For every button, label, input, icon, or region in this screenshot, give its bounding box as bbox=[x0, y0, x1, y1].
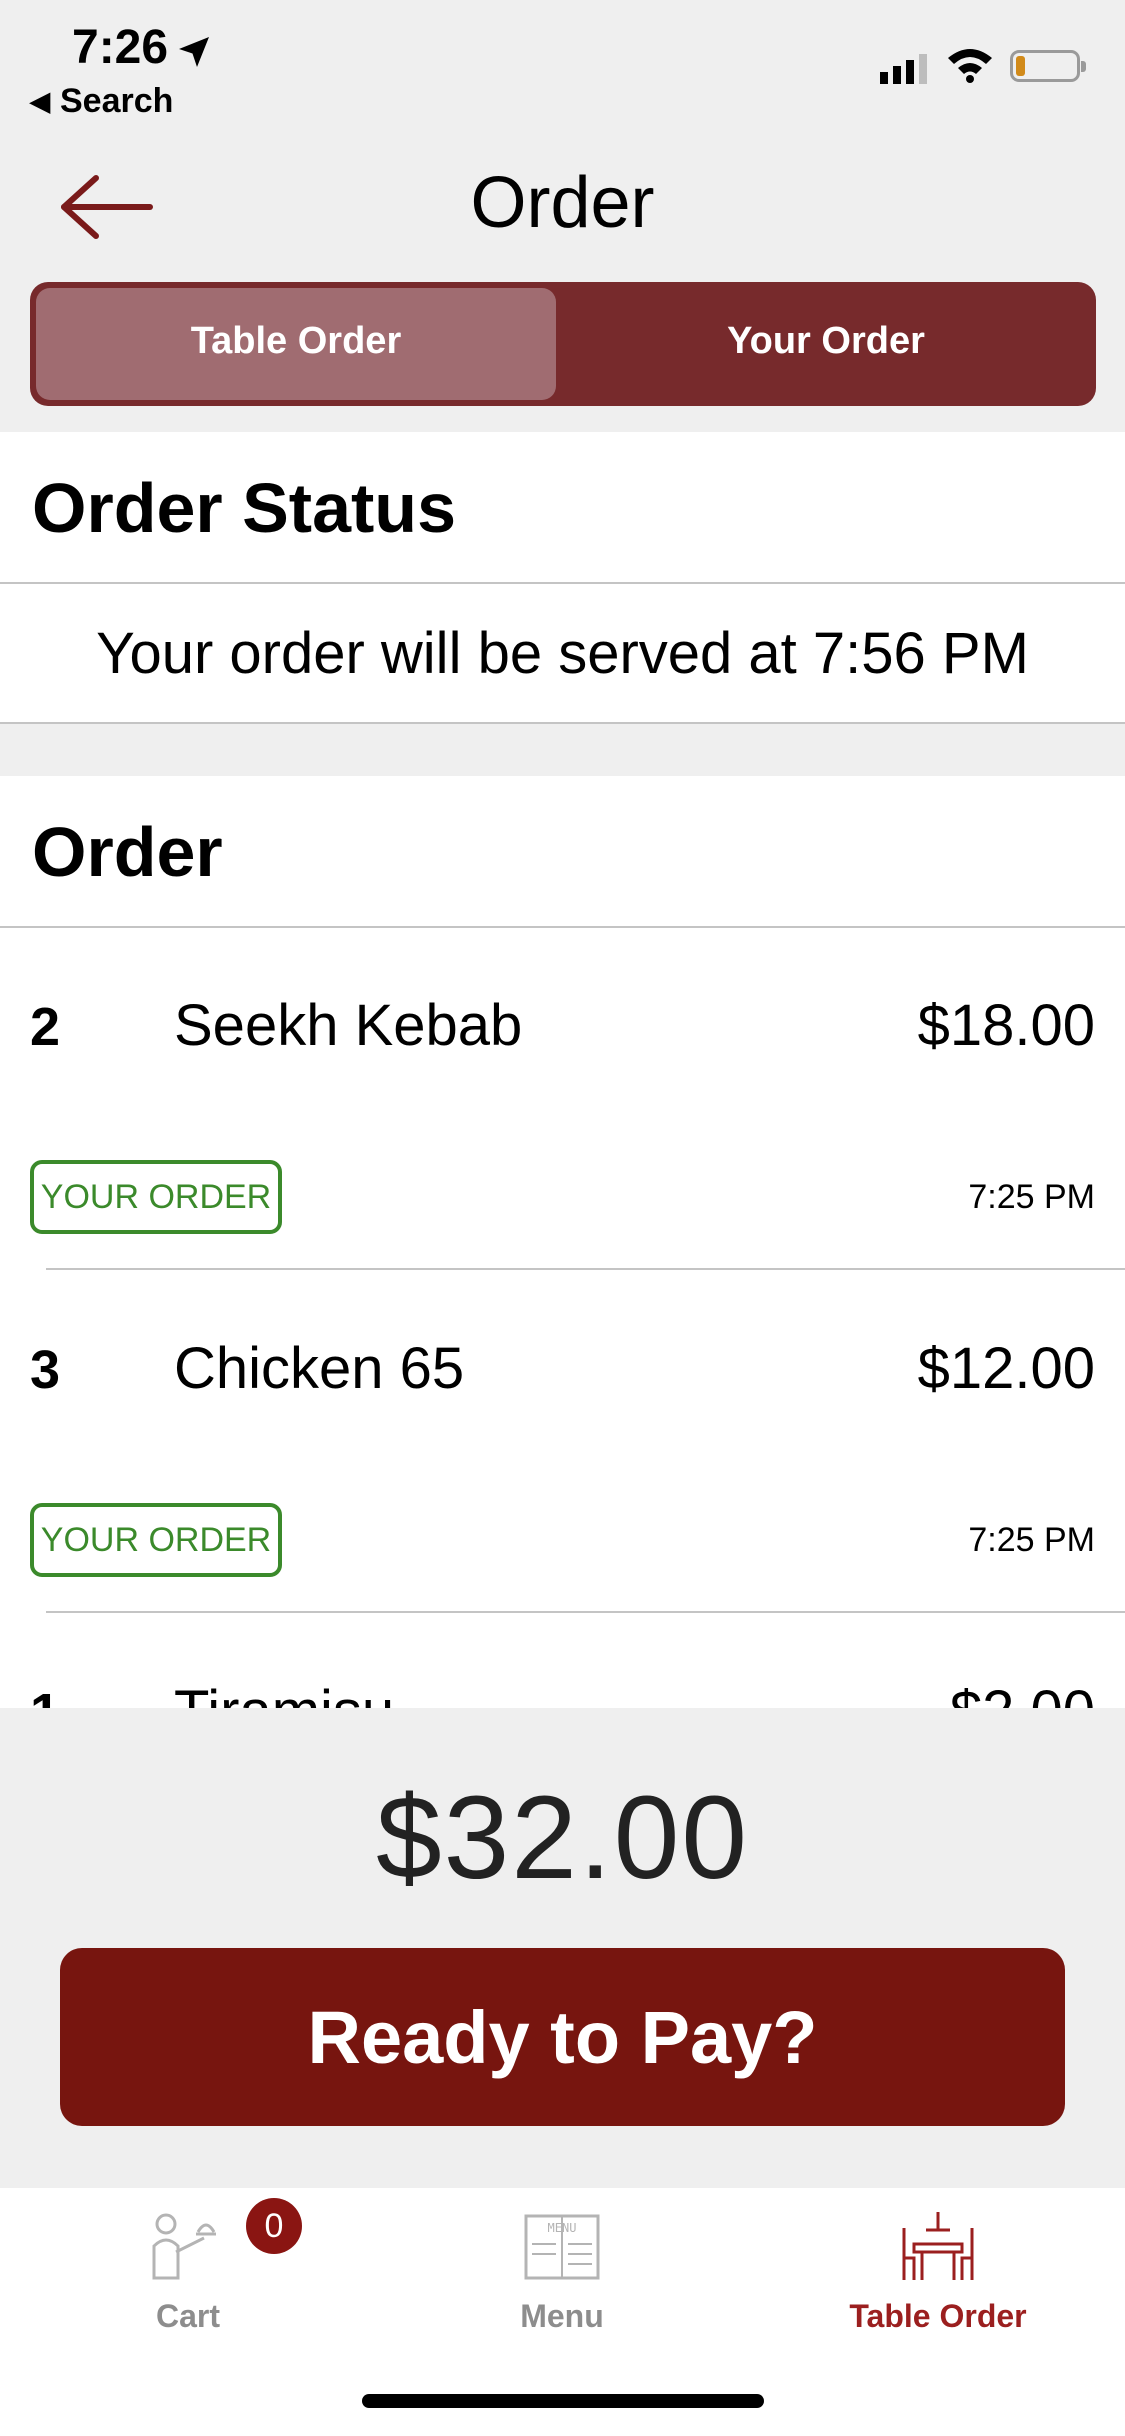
tab-menu[interactable]: MENU Menu bbox=[412, 2188, 712, 2338]
divider bbox=[46, 1268, 1125, 1270]
tab-cart-label: Cart bbox=[155, 2298, 220, 2334]
item-price: $18.00 bbox=[917, 993, 1095, 1058]
tab-menu-label: Menu bbox=[520, 2298, 604, 2334]
cart-waiter-icon bbox=[152, 2213, 216, 2280]
home-indicator[interactable] bbox=[362, 2394, 764, 2408]
segment-your-order[interactable]: Your Order bbox=[562, 320, 1090, 363]
item-name: Chicken 65 bbox=[174, 1336, 465, 1401]
order-status-message: Your order will be served at 7:56 PM bbox=[96, 621, 1029, 686]
order-segmented-control: Table Order Your Order bbox=[30, 282, 1096, 406]
item-quantity: 1 bbox=[30, 1682, 60, 1708]
tab-cart[interactable]: 0 Cart bbox=[38, 2188, 338, 2338]
list-item[interactable]: 3 Chicken 65 $12.00 YOUR ORDER 7:25 PM bbox=[0, 1271, 1125, 1613]
wifi-icon bbox=[948, 49, 992, 83]
order-total: $32.00 bbox=[376, 1772, 749, 1904]
battery-icon bbox=[1010, 50, 1086, 82]
segment-table-order-label[interactable]: Table Order bbox=[36, 320, 556, 363]
order-section: Order 2 Seekh Kebab $18.00 YOUR ORDER 7:… bbox=[0, 776, 1125, 1708]
divider bbox=[0, 582, 1125, 584]
item-price: $12.00 bbox=[917, 1336, 1095, 1401]
your-order-badge: YOUR ORDER bbox=[30, 1503, 282, 1577]
status-time: 7:26 bbox=[72, 21, 169, 74]
item-time: 7:25 PM bbox=[968, 1521, 1095, 1559]
list-item[interactable]: 2 Seekh Kebab $18.00 YOUR ORDER 7:25 PM bbox=[0, 928, 1125, 1270]
back-app-label: Search bbox=[60, 82, 174, 120]
cart-count-badge: 0 bbox=[246, 2198, 302, 2254]
tab-table-order[interactable]: Table Order bbox=[788, 2188, 1088, 2338]
item-quantity: 3 bbox=[30, 1340, 61, 1400]
svg-text:MENU: MENU bbox=[548, 2221, 577, 2235]
table-dining-icon bbox=[902, 2212, 974, 2280]
item-price: $2.00 bbox=[950, 1678, 1095, 1708]
divider bbox=[0, 722, 1125, 724]
order-status-section: Order Status Your order will be served a… bbox=[0, 432, 1125, 724]
cellular-signal-icon bbox=[880, 54, 927, 84]
back-to-app-link[interactable]: ◀ Search bbox=[30, 82, 173, 121]
menu-book-icon: MENU bbox=[524, 2214, 600, 2280]
back-triangle-icon: ◀ bbox=[30, 86, 50, 116]
location-arrow-icon bbox=[179, 37, 209, 67]
item-name: Tiramisu bbox=[174, 1678, 394, 1708]
item-name: Seekh Kebab bbox=[174, 993, 523, 1058]
tab-table-order-label: Table Order bbox=[849, 2298, 1027, 2334]
item-quantity: 2 bbox=[30, 997, 61, 1057]
list-item[interactable]: 1 Tiramisu $2.00 bbox=[0, 1614, 1125, 1708]
divider bbox=[46, 1611, 1125, 1613]
your-order-badge: YOUR ORDER bbox=[30, 1160, 282, 1234]
order-status-heading: Order Status bbox=[32, 469, 456, 547]
order-heading: Order bbox=[32, 813, 223, 891]
page-title: Order bbox=[470, 163, 655, 243]
item-time: 7:25 PM bbox=[968, 1178, 1095, 1216]
ready-to-pay-button[interactable]: Ready to Pay? bbox=[60, 1948, 1065, 2126]
